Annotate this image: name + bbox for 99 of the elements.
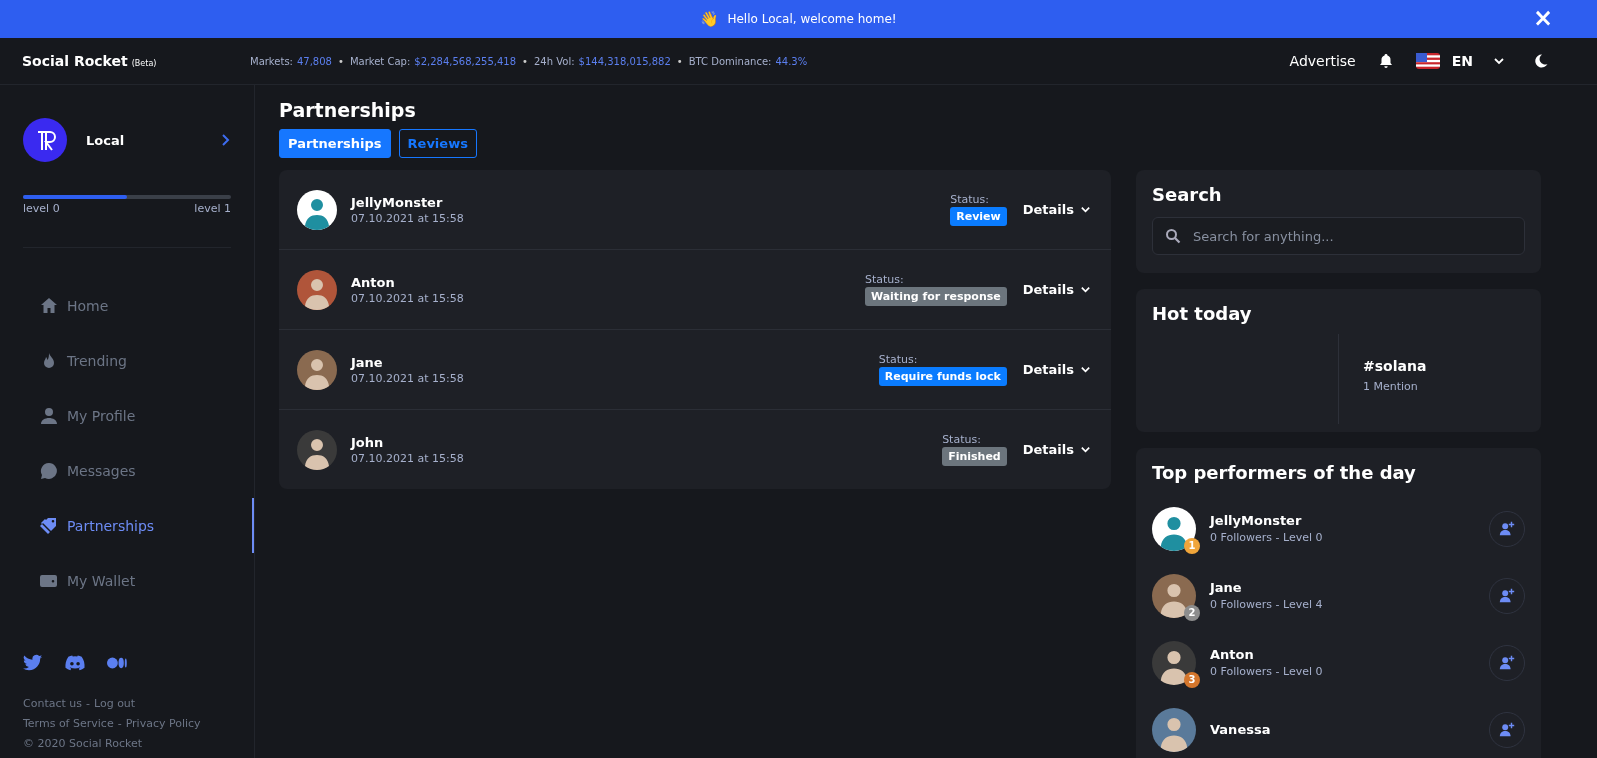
chevron-down-icon xyxy=(1080,444,1091,455)
nav-item[interactable]: Trending xyxy=(23,333,254,388)
level-label: level 1 xyxy=(194,202,231,215)
chevron-right-icon[interactable] xyxy=(220,133,230,147)
nav-item[interactable]: Home xyxy=(23,278,254,333)
wave-emoji: 👋 xyxy=(700,10,720,28)
performer-name[interactable]: Vanessa xyxy=(1210,722,1489,737)
details-dropdown[interactable]: Details xyxy=(1022,442,1091,457)
chevron-down-icon xyxy=(1080,284,1091,295)
chevron-down-icon xyxy=(1080,364,1091,375)
add-user-icon xyxy=(1498,653,1516,672)
details-dropdown[interactable]: Details xyxy=(1022,282,1091,297)
performer-stats: 0 Followers - Level 4 xyxy=(1210,598,1324,611)
stat-label: Market Cap: xyxy=(349,55,411,67)
performer-name[interactable]: Jane xyxy=(1210,580,1489,595)
link-separator: - xyxy=(86,696,90,712)
avatar[interactable] xyxy=(1152,707,1196,752)
stat-value[interactable]: $144,318,015,882 xyxy=(578,55,671,67)
status-label: Status: xyxy=(878,353,918,366)
user-name[interactable]: Local xyxy=(86,132,220,148)
language-selector[interactable]: EN xyxy=(1451,53,1473,69)
game-controller-icon[interactable] xyxy=(65,654,85,672)
nav-item[interactable]: My Wallet xyxy=(23,553,254,608)
partner-name[interactable]: John xyxy=(351,434,943,450)
stat-label: BTC Dominance: xyxy=(688,55,772,67)
copyright-text: © 2020 Social Rocket xyxy=(23,736,144,752)
separator-dot: • xyxy=(522,55,528,67)
avatar[interactable] xyxy=(1152,640,1196,685)
tab[interactable]: Partnerships xyxy=(279,129,391,158)
close-button[interactable]: × xyxy=(1532,6,1553,30)
footer-link[interactable]: Terms of Service xyxy=(23,714,114,734)
brand-name[interactable]: Social Rocket xyxy=(22,53,128,69)
tag-icon xyxy=(39,515,59,536)
nav-item[interactable]: Partnerships xyxy=(23,498,254,553)
stat-value[interactable]: $2,284,568,255,418 xyxy=(414,55,517,67)
partner-date: 07.10.2021 at 15:58 xyxy=(351,291,465,305)
footer-link[interactable]: Contact us xyxy=(23,694,82,714)
add-user-icon xyxy=(1498,720,1516,739)
beta-tag: (Beta) xyxy=(131,59,157,68)
avatar[interactable] xyxy=(297,189,337,230)
bell-icon[interactable] xyxy=(1377,53,1394,69)
partner-name[interactable]: Jane xyxy=(351,354,879,370)
performer-stats: 0 Followers - Level 0 xyxy=(1210,665,1324,678)
chevron-down-icon xyxy=(1080,204,1091,215)
avatar[interactable] xyxy=(1152,506,1196,551)
user-avatar[interactable] xyxy=(23,118,67,162)
flag-icon[interactable] xyxy=(1415,53,1440,69)
add-user-icon xyxy=(1498,586,1516,605)
add-user-icon xyxy=(1498,519,1516,538)
performer-stats: 0 Followers - Level 0 xyxy=(1210,531,1324,544)
separator-dot: • xyxy=(676,55,683,67)
tab[interactable]: Reviews xyxy=(398,129,477,158)
chevron-down-icon[interactable] xyxy=(1493,55,1505,67)
separator-dot: • xyxy=(337,55,344,67)
status-label: Status: xyxy=(942,433,981,446)
stat-value[interactable]: 44.3% xyxy=(775,55,808,67)
moon-icon[interactable] xyxy=(1533,53,1549,69)
hashtag[interactable]: #solana xyxy=(1363,358,1427,374)
footer-link[interactable]: Privacy Policy xyxy=(125,714,201,734)
details-dropdown[interactable]: Details xyxy=(1022,362,1091,377)
partner-name[interactable]: JellyMonster xyxy=(351,194,951,210)
partner-date: 07.10.2021 at 15:58 xyxy=(351,451,465,465)
partner-date: 07.10.2021 at 15:58 xyxy=(351,211,465,225)
search-icon xyxy=(1165,228,1181,244)
stat-value[interactable]: 47,808 xyxy=(296,55,332,67)
footer-link[interactable]: Log out xyxy=(94,694,136,714)
partner-date: 07.10.2021 at 15:58 xyxy=(351,371,465,385)
welcome-text: Hello Local, welcome home! xyxy=(727,12,897,26)
performer-name[interactable]: Anton xyxy=(1210,647,1489,662)
status-badge: Require funds lock xyxy=(878,367,1007,386)
avatar[interactable] xyxy=(1152,573,1196,618)
status-label: Status: xyxy=(950,193,989,206)
mention-count: 1 Mention xyxy=(1363,380,1419,393)
page-title: Partnerships xyxy=(279,99,417,121)
avatar[interactable] xyxy=(297,349,337,390)
stat-label: Markets: xyxy=(250,55,293,67)
details-dropdown[interactable]: Details xyxy=(1022,202,1091,217)
status-badge: Waiting for response xyxy=(864,287,1007,306)
stat-label: 24h Vol: xyxy=(533,55,575,67)
card-title: Search xyxy=(1152,184,1223,205)
search-field[interactable]: Search for anything... xyxy=(1152,217,1525,255)
status-badge: Finished xyxy=(942,447,1007,466)
nav-item[interactable]: Messages xyxy=(23,443,254,498)
house-icon xyxy=(39,295,59,316)
speech-bubble-icon xyxy=(39,460,59,481)
partner-name[interactable]: Anton xyxy=(351,274,865,290)
avatar[interactable] xyxy=(297,429,337,470)
status-badge: Review xyxy=(950,207,1007,226)
performer-name[interactable]: JellyMonster xyxy=(1210,513,1489,528)
avatar[interactable] xyxy=(297,269,337,310)
person-icon xyxy=(39,405,59,426)
status-label: Status: xyxy=(864,273,904,286)
card-title: Top performers of the day xyxy=(1152,462,1417,483)
card-title: Hot today xyxy=(1152,303,1253,324)
link-separator: - xyxy=(117,716,122,732)
level-label: level 0 xyxy=(23,202,60,215)
advertise-link[interactable]: Advertise xyxy=(1289,53,1356,69)
bird-icon[interactable] xyxy=(23,654,43,672)
nav-item[interactable]: My Profile xyxy=(23,388,254,443)
